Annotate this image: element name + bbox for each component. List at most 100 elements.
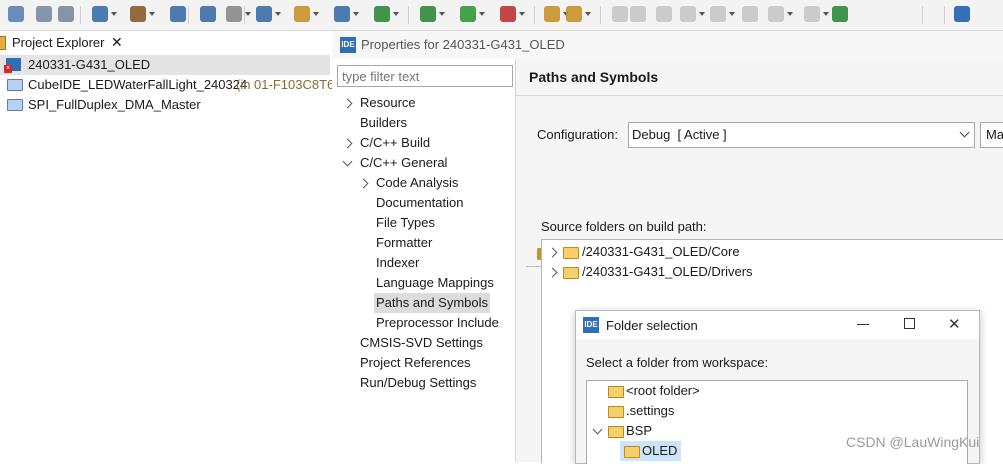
dropdown-arrow-icon[interactable]: [519, 12, 525, 16]
search-icon[interactable]: [566, 6, 582, 22]
dropdown-arrow-icon[interactable]: [245, 12, 251, 16]
chevron-right-icon[interactable]: [342, 138, 353, 149]
nav-item[interactable]: Run/Debug Settings: [332, 373, 515, 393]
nav-item[interactable]: Paths and Symbols: [332, 293, 515, 313]
new-folder-icon[interactable]: [294, 6, 310, 22]
workspace-folder-item[interactable]: <root folder>: [587, 381, 967, 401]
chevron-right-icon[interactable]: [342, 98, 353, 109]
dropdown-arrow-icon[interactable]: [111, 12, 117, 16]
project-item[interactable]: SPI_FullDuplex_DMA_Master: [0, 95, 330, 115]
nav-item-label: C/C++ Build: [360, 135, 431, 150]
info-icon[interactable]: [954, 6, 970, 22]
nav-item[interactable]: Indexer: [332, 253, 515, 273]
dropdown-arrow-icon[interactable]: [699, 12, 705, 16]
next-annotation-icon[interactable]: [680, 6, 696, 22]
nav-item[interactable]: Code Analysis: [332, 173, 515, 193]
external-tools-icon[interactable]: [500, 6, 516, 22]
new-icon[interactable]: [8, 6, 24, 22]
pilcrow-icon[interactable]: [656, 6, 672, 22]
edit-icon[interactable]: [612, 6, 628, 22]
debug-search-icon[interactable]: [200, 6, 216, 22]
folder-item-label: <root folder>: [604, 381, 704, 401]
minimize-icon[interactable]: [857, 324, 869, 325]
build-settings-icon[interactable]: [92, 6, 108, 22]
nav-item[interactable]: Builders: [332, 113, 515, 133]
run-icon[interactable]: [460, 6, 476, 22]
nav-item[interactable]: Preprocessor Include: [332, 313, 515, 333]
refresh-run-icon[interactable]: [374, 6, 390, 22]
nav-item[interactable]: Language Mappings: [332, 273, 515, 293]
perspective-icon[interactable]: [832, 6, 848, 22]
dropdown-arrow-icon[interactable]: [439, 12, 445, 16]
project-item[interactable]: × 240331-G431_OLED: [0, 55, 330, 75]
source-folder-item[interactable]: /240331-G431_OLED/Core: [542, 242, 1002, 262]
toggle-icon[interactable]: [630, 6, 646, 22]
save-icon[interactable]: [36, 6, 52, 22]
chevron-down-icon[interactable]: [342, 156, 353, 167]
nav-item[interactable]: C/C++ Build: [332, 133, 515, 153]
ide-app-icon: IDE: [340, 37, 356, 53]
back-icon[interactable]: [768, 6, 784, 22]
nav-item-label: Language Mappings: [376, 275, 494, 290]
dropdown-arrow-icon[interactable]: [275, 12, 281, 16]
dropdown-arrow-icon[interactable]: [313, 12, 319, 16]
watermark-text: CSDN @LauWingKui: [846, 434, 980, 450]
dropdown-arrow-icon[interactable]: [823, 12, 829, 16]
nav-item[interactable]: Resource: [332, 93, 515, 113]
page-title: Paths and Symbols: [529, 69, 659, 85]
toolbar-separator: [408, 6, 409, 24]
chevron-right-icon[interactable]: [358, 178, 369, 189]
close-icon[interactable]: ✕: [948, 315, 961, 333]
nav-item[interactable]: File Types: [332, 213, 515, 233]
dropdown-arrow-icon[interactable]: [585, 12, 591, 16]
project-name: 240331-G431_OLED: [28, 57, 151, 72]
forward-icon[interactable]: [804, 6, 820, 22]
new-c-class-icon[interactable]: [256, 6, 272, 22]
dropdown-arrow-icon[interactable]: [393, 12, 399, 16]
nav-item[interactable]: Documentation: [332, 193, 515, 213]
nav-item[interactable]: Project References: [332, 353, 515, 373]
chevron-right-icon[interactable]: [547, 247, 558, 258]
dropdown-arrow-icon[interactable]: [729, 12, 735, 16]
source-folder-item[interactable]: /240331-G431_OLED/Drivers: [542, 262, 1002, 282]
close-icon[interactable]: ✕: [111, 34, 123, 51]
configuration-value: Debug [ Active ]: [632, 127, 727, 142]
hammer-icon[interactable]: [130, 6, 146, 22]
nav-item-label: Preprocessor Include: [376, 315, 499, 330]
workspace-folder-item[interactable]: .settings: [587, 401, 967, 421]
nav-item[interactable]: C/C++ General: [332, 153, 515, 173]
debug-bug-icon[interactable]: [420, 6, 436, 22]
nav-item-label: Project References: [360, 355, 471, 370]
folder-icon: [563, 267, 579, 279]
ide-app-icon: IDE: [583, 317, 599, 333]
dropdown-arrow-icon[interactable]: [479, 12, 485, 16]
folder-item-text: BSP: [626, 423, 653, 438]
main-toolbar: [0, 0, 1003, 31]
chevron-down-icon[interactable]: [592, 424, 603, 435]
nav-item-label: Builders: [360, 115, 407, 130]
source-folders-label: Source folders on build path:: [541, 219, 707, 234]
chevron-right-icon[interactable]: [547, 267, 558, 278]
binary-icon[interactable]: [170, 6, 186, 22]
prev-annotation-icon[interactable]: [710, 6, 726, 22]
save-all-icon[interactable]: [58, 6, 74, 22]
folder-dialog-title-bar: IDE Folder selection ✕: [576, 311, 979, 339]
project-explorer-title: Project Explorer: [12, 35, 105, 50]
dropdown-arrow-icon[interactable]: [787, 12, 793, 16]
folder-icon: [608, 386, 624, 398]
new-source-file-icon[interactable]: [334, 6, 350, 22]
open-type-icon[interactable]: [544, 6, 560, 22]
folder-icon: [624, 446, 640, 458]
nav-item[interactable]: CMSIS-SVD Settings: [332, 333, 515, 353]
dropdown-arrow-icon[interactable]: [353, 12, 359, 16]
maximize-icon[interactable]: [904, 318, 915, 329]
project-location: (in 01-F103C8T6: [236, 77, 335, 92]
configuration-select[interactable]: Debug [ Active ]: [628, 122, 975, 148]
nav-item[interactable]: Formatter: [332, 233, 515, 253]
touch-icon[interactable]: [226, 6, 242, 22]
manage-configurations-button[interactable]: Ma: [980, 122, 1003, 148]
filter-input[interactable]: [337, 65, 513, 87]
dropdown-arrow-icon[interactable]: [149, 12, 155, 16]
last-edit-icon[interactable]: [742, 6, 758, 22]
project-item[interactable]: CubeIDE_LEDWaterFallLight_240324 (in 01-…: [0, 75, 334, 95]
